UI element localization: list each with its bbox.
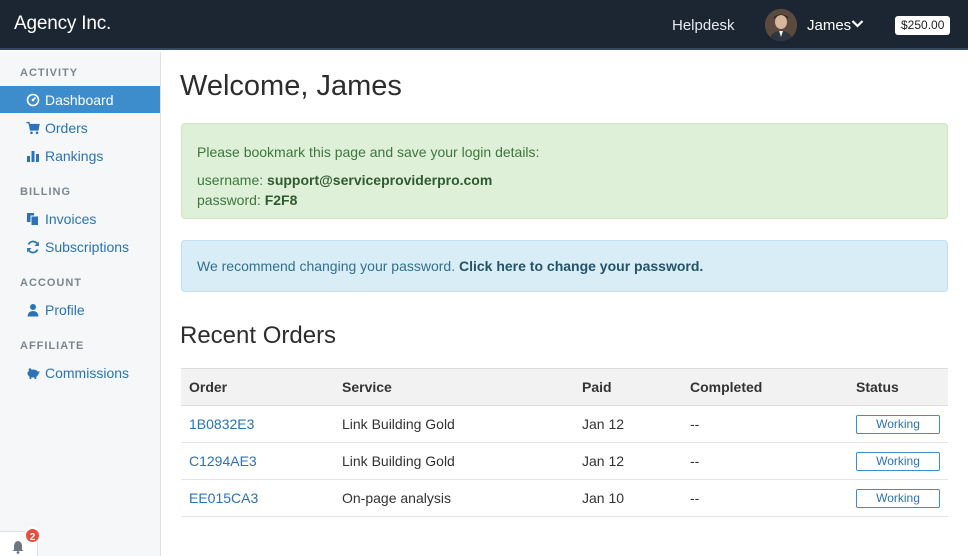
- column-header-completed[interactable]: Completed: [682, 368, 848, 406]
- sidebar-item-rankings[interactable]: Rankings: [0, 142, 160, 169]
- sidebar-section-billing: BILLING: [20, 186, 71, 198]
- order-service: Link Building Gold: [334, 442, 574, 480]
- notification-count-badge: 2: [24, 527, 41, 544]
- sidebar-item-invoices[interactable]: Invoices: [0, 205, 160, 232]
- username-line: username: support@serviceproviderpro.com: [197, 170, 932, 190]
- brand-logo[interactable]: Agency Inc.: [14, 13, 111, 35]
- sidebar-item-dashboard[interactable]: Dashboard: [0, 86, 160, 113]
- top-navbar: Agency Inc. Helpdesk James $250.00: [0, 0, 968, 50]
- refresh-icon: [26, 240, 40, 254]
- avatar[interactable]: [765, 9, 797, 41]
- sidebar-item-commissions[interactable]: Commissions: [0, 359, 160, 386]
- username-value: support@serviceproviderpro.com: [267, 172, 493, 188]
- order-service: On-page analysis: [334, 479, 574, 517]
- table-header-row: Order Service Paid Completed Status: [181, 368, 948, 406]
- piggy-bank-icon: [26, 366, 40, 380]
- notifications-button[interactable]: 2: [0, 527, 41, 556]
- column-header-order[interactable]: Order: [181, 368, 334, 406]
- password-line: password: F2F8: [197, 190, 932, 210]
- bell-icon: [12, 541, 24, 554]
- table-row: EE015CA3 On-page analysis Jan 10 -- Work…: [181, 479, 948, 517]
- sidebar-item-label: Rankings: [45, 147, 104, 164]
- change-password-link[interactable]: Click here to change your password.: [459, 258, 703, 274]
- helpdesk-link[interactable]: Helpdesk: [672, 17, 735, 34]
- order-paid-date: Jan 10: [574, 479, 682, 517]
- recent-orders-heading: Recent Orders: [180, 322, 337, 349]
- login-details-alert: Please bookmark this page and save your …: [181, 123, 948, 219]
- orders-table: Order Service Paid Completed Status 1B08…: [181, 368, 948, 517]
- dashboard-icon: [26, 93, 40, 107]
- order-completed: --: [682, 442, 848, 480]
- password-value: F2F8: [264, 192, 298, 208]
- sidebar-item-label: Invoices: [45, 210, 97, 227]
- column-header-service[interactable]: Service: [334, 368, 574, 406]
- sidebar-item-label: Orders: [45, 119, 88, 136]
- cart-icon: [26, 121, 40, 135]
- column-header-paid[interactable]: Paid: [574, 368, 682, 406]
- login-alert-intro: Please bookmark this page and save your …: [197, 144, 540, 160]
- order-id-link[interactable]: 1B0832E3: [189, 416, 254, 432]
- user-menu-name[interactable]: James: [807, 17, 851, 34]
- table-row: C1294AE3 Link Building Gold Jan 12 -- Wo…: [181, 442, 948, 480]
- bar-chart-icon: [26, 149, 40, 163]
- sidebar-item-orders[interactable]: Orders: [0, 114, 160, 141]
- sidebar-section-activity: ACTIVITY: [20, 67, 79, 79]
- order-paid-date: Jan 12: [574, 442, 682, 480]
- sidebar-item-profile[interactable]: Profile: [0, 296, 160, 323]
- sidebar-item-label: Commissions: [45, 364, 130, 381]
- table-row: 1B0832E3 Link Building Gold Jan 12 -- Wo…: [181, 405, 948, 443]
- order-completed: --: [682, 405, 848, 443]
- order-completed: --: [682, 479, 848, 517]
- password-label: password:: [197, 192, 265, 208]
- change-password-alert: We recommend changing your password. Cli…: [181, 240, 948, 292]
- status-badge[interactable]: Working: [856, 488, 940, 508]
- order-service: Link Building Gold: [334, 405, 574, 443]
- sidebar: ACTIVITY Dashboard Orders Rankings BILLI…: [0, 52, 161, 556]
- chevron-down-icon[interactable]: [851, 19, 864, 29]
- status-badge[interactable]: Working: [856, 414, 940, 434]
- sidebar-item-subscriptions[interactable]: Subscriptions: [0, 233, 160, 260]
- column-header-status[interactable]: Status: [848, 368, 948, 406]
- sidebar-section-account: ACCOUNT: [20, 277, 82, 289]
- sidebar-item-label: Profile: [45, 301, 85, 318]
- user-icon: [26, 303, 40, 317]
- change-password-text: We recommend changing your password.: [197, 258, 459, 274]
- status-badge[interactable]: Working: [856, 451, 940, 471]
- sidebar-item-label: Subscriptions: [45, 238, 130, 255]
- documents-icon: [26, 212, 40, 226]
- order-id-link[interactable]: EE015CA3: [189, 490, 258, 506]
- order-paid-date: Jan 12: [574, 405, 682, 443]
- username-label: username:: [197, 172, 268, 188]
- balance-badge[interactable]: $250.00: [895, 16, 951, 35]
- sidebar-item-label: Dashboard: [45, 91, 114, 108]
- sidebar-section-affiliate: AFFILIATE: [20, 340, 85, 352]
- order-id-link[interactable]: C1294AE3: [189, 453, 257, 469]
- page-title: Welcome, James: [180, 70, 402, 102]
